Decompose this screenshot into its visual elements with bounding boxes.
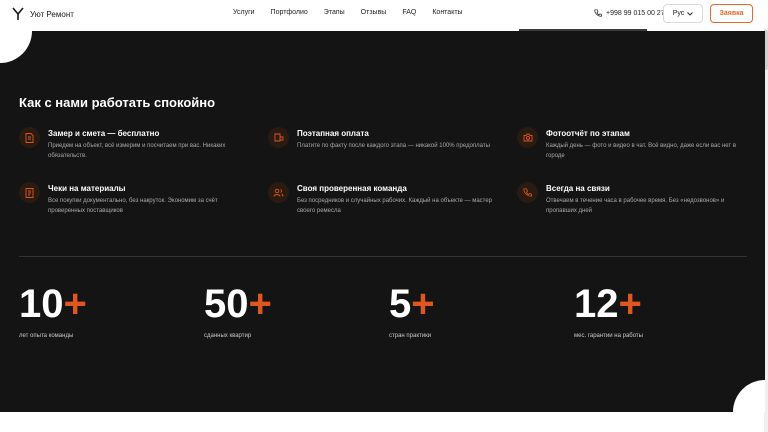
feature-desc: Без посредников и случайных рабочих. Каж… xyxy=(297,198,493,214)
nav-item-portfolio[interactable]: Портфолио xyxy=(271,9,308,16)
nav-item-reviews[interactable]: Отзывы xyxy=(361,9,387,16)
stat-item: 12+ мес. гарантии на работы xyxy=(574,282,643,339)
phone-icon xyxy=(594,9,602,17)
brand-name: Уют Ремонт xyxy=(30,9,74,19)
header-phone[interactable]: +998 99 015 00 27 xyxy=(594,9,665,17)
stat-label: стран практики xyxy=(389,333,432,339)
team-icon xyxy=(268,182,289,203)
logo[interactable]: Уют Ремонт xyxy=(12,7,74,21)
stat-number: 10+ xyxy=(19,282,87,326)
nav-item-faq[interactable]: FAQ xyxy=(402,9,416,16)
stat-item: 50+ сданных квартир xyxy=(204,282,272,339)
stat-label: лет опыта команды xyxy=(19,333,74,339)
feature-desc: Приедем на объект, всё измерим и посчита… xyxy=(48,143,226,159)
section-divider xyxy=(19,256,747,257)
camera-icon xyxy=(517,127,538,148)
feature-desc: Отвечаем в течение часа в рабочее время.… xyxy=(546,198,725,214)
stat-item: 5+ стран практики xyxy=(389,282,435,339)
card-icon xyxy=(268,127,289,148)
stat-number: 12+ xyxy=(574,282,642,326)
nav-item-stages[interactable]: Этапы xyxy=(324,9,345,16)
nav-item-contacts[interactable]: Контакты xyxy=(432,9,462,16)
benefits-section xyxy=(0,31,765,412)
feature-title: Поэтапная оплата xyxy=(297,129,369,138)
feature-title: Всегда на связи xyxy=(546,184,610,193)
feature-title: Чеки на материалы xyxy=(48,184,126,193)
section-title: Как с нами работать спокойно xyxy=(19,95,216,110)
feature-title: Своя проверенная команда xyxy=(297,184,407,193)
stat-label: сданных квартир xyxy=(204,333,252,339)
request-button[interactable]: Заявка xyxy=(710,4,753,23)
main-nav: Услуги Портфолио Этапы Отзывы FAQ Контак… xyxy=(233,9,479,16)
phone-icon xyxy=(517,182,538,203)
phone-number: +998 99 015 00 27 xyxy=(606,9,665,17)
stat-number: 5+ xyxy=(389,282,435,326)
feature-desc: Все покупки документально, без накруток.… xyxy=(48,198,218,214)
stat-item: 10+ лет опыта команды xyxy=(19,282,87,339)
feature-title: Замер и смета — бесплатно xyxy=(48,129,160,138)
image-edge xyxy=(519,29,647,31)
document-icon xyxy=(19,127,40,148)
language-value: Рус xyxy=(672,10,685,17)
feature-desc: Платите по факту после каждого этапа — н… xyxy=(297,143,490,149)
site-header: Уют Ремонт Услуги Портфолио Этапы Отзывы… xyxy=(0,0,768,28)
logo-icon xyxy=(12,7,24,20)
nav-item-services[interactable]: Услуги xyxy=(233,9,255,16)
stat-number: 50+ xyxy=(204,282,272,326)
feature-desc: Каждый день — фото и видео в чат. Всё ви… xyxy=(546,143,737,159)
stat-label: мес. гарантии на работы xyxy=(574,333,643,339)
receipt-icon xyxy=(19,182,40,203)
feature-title: Фотоотчёт по этапам xyxy=(546,129,630,138)
language-select[interactable]: Рус xyxy=(663,4,703,23)
chevron-down-icon xyxy=(687,11,694,16)
